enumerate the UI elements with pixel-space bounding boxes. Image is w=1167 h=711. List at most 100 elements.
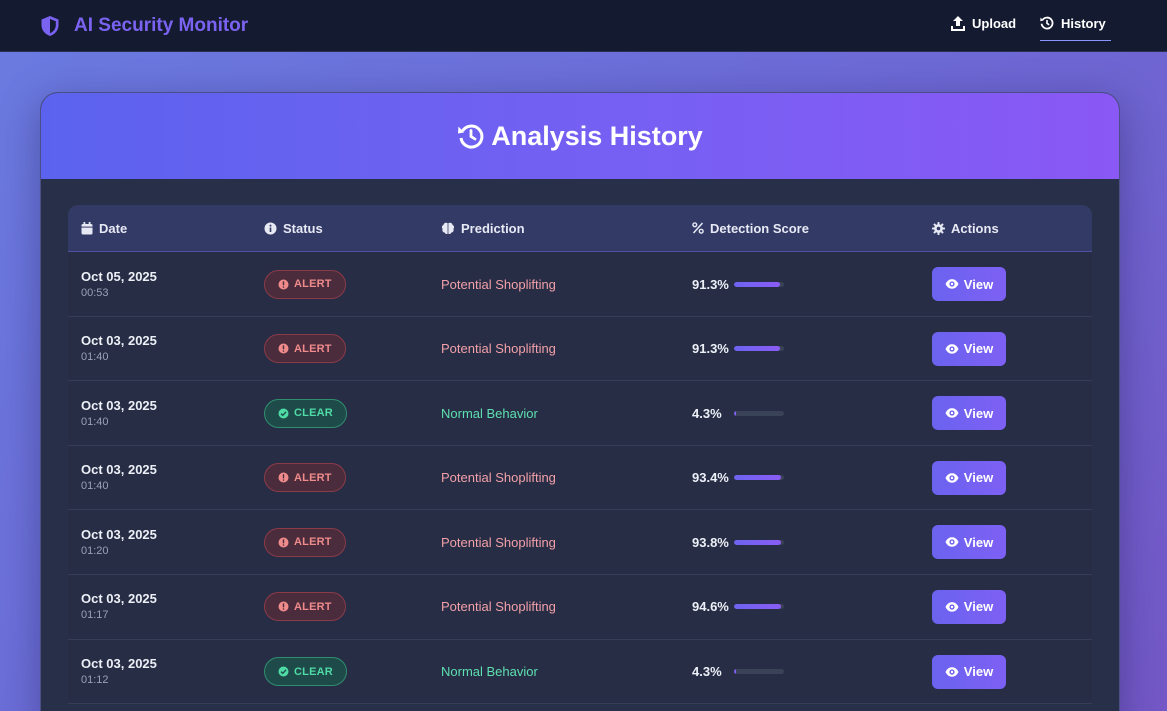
eye-icon <box>945 279 959 289</box>
column-header-status-label: Status <box>283 220 323 236</box>
nav-history-link[interactable]: History <box>1040 15 1111 41</box>
page-title: Analysis History <box>491 120 703 151</box>
score-bar-fill <box>734 475 781 481</box>
nav-upload-link[interactable]: Upload <box>951 15 1016 41</box>
row-prediction: Normal Behavior <box>441 405 538 421</box>
view-button[interactable]: View <box>932 460 1006 495</box>
eye-icon <box>945 666 959 677</box>
date-cell: Oct 03, 2025 01:40 <box>81 446 157 510</box>
row-prediction: Potential Shoplifting <box>441 599 556 615</box>
score-bar <box>734 475 784 481</box>
actions-cell: View <box>932 252 1006 316</box>
eye-icon <box>945 343 959 354</box>
table-row: Oct 05, 2025 00:53 ALERT Potential Shopl… <box>68 252 1092 317</box>
status-badge-label: ALERT <box>294 278 332 290</box>
actions-cell: View <box>932 510 1006 574</box>
view-button[interactable]: View <box>932 396 1006 431</box>
row-time: 01:17 <box>81 609 109 622</box>
row-date: Oct 03, 2025 <box>81 591 157 607</box>
card-header: Analysis History <box>41 93 1119 179</box>
date-cell: Oct 05, 2025 00:53 <box>81 252 157 316</box>
column-header-date-label: Date <box>99 220 128 236</box>
exclamation-circle-icon <box>278 343 289 354</box>
score-cell: 91.3% <box>692 252 784 316</box>
score-bar <box>734 604 784 610</box>
prediction-cell: Potential Shoplifting <box>441 510 556 574</box>
table-header: Date Status Prediction Detection Score A… <box>68 205 1092 252</box>
upload-icon <box>951 15 965 31</box>
score-cell: 94.6% <box>692 575 784 639</box>
column-header-score: Detection Score <box>692 205 809 251</box>
status-badge: ALERT <box>264 334 346 364</box>
check-circle-icon <box>278 666 289 677</box>
table-row: Oct 03, 2025 01:40 ALERT Potential Shopl… <box>68 316 1092 382</box>
eye-icon <box>945 602 959 612</box>
eye-icon <box>945 473 959 483</box>
view-button-label: View <box>963 470 994 486</box>
brand[interactable]: AI Security Monitor <box>40 14 248 38</box>
score-cell: 4.3% <box>692 381 784 445</box>
column-header-status: Status <box>264 205 323 251</box>
view-button[interactable]: View <box>932 267 1006 301</box>
view-button-label: View <box>963 664 994 680</box>
row-score: 91.3% <box>692 276 729 292</box>
row-score: 4.3% <box>692 405 722 421</box>
row-time: 01:40 <box>81 480 109 493</box>
status-badge-label: ALERT <box>294 536 332 549</box>
table-row: Oct 03, 2025 01:20 ALERT Potential Shopl… <box>68 510 1092 575</box>
exclamation-circle-icon <box>278 537 289 548</box>
history-table: Date Status Prediction Detection Score A… <box>68 205 1092 705</box>
score-cell: 93.8% <box>692 510 784 574</box>
row-score: 93.8% <box>692 534 729 550</box>
status-cell: CLEAR <box>264 381 347 445</box>
status-badge-label: ALERT <box>294 471 332 484</box>
status-badge: ALERT <box>264 463 346 493</box>
date-cell: Oct 03, 2025 01:17 <box>81 575 157 639</box>
score-bar <box>734 669 784 675</box>
status-cell: CLEAR <box>264 640 347 704</box>
view-button[interactable]: View <box>932 589 1006 624</box>
prediction-cell: Potential Shoplifting <box>441 317 556 381</box>
table-row: Oct 03, 2025 01:12 CLEAR Normal Behavior… <box>68 639 1092 705</box>
score-bar <box>734 410 784 416</box>
score-bar <box>734 346 784 352</box>
view-button-label: View <box>963 534 994 550</box>
row-prediction: Normal Behavior <box>441 664 538 680</box>
row-score: 4.3% <box>692 664 722 680</box>
score-bar <box>734 539 784 545</box>
row-time: 01:40 <box>81 415 109 428</box>
score-bar-fill <box>734 669 737 675</box>
status-cell: ALERT <box>264 575 346 639</box>
row-time: 01:40 <box>81 351 109 364</box>
view-button[interactable]: View <box>932 654 1006 689</box>
date-cell: Oct 03, 2025 01:20 <box>81 510 157 574</box>
view-button[interactable]: View <box>932 525 1006 560</box>
table-row: Oct 03, 2025 01:40 ALERT Potential Shopl… <box>68 445 1092 511</box>
score-bar-fill <box>734 410 737 416</box>
actions-cell: View <box>932 446 1006 510</box>
row-time: 00:53 <box>81 286 109 299</box>
row-date: Oct 03, 2025 <box>81 526 157 542</box>
view-button[interactable]: View <box>932 331 1006 366</box>
history-card: Analysis History Date Status Prediction … <box>40 92 1120 711</box>
score-bar <box>734 281 784 287</box>
status-badge-label: ALERT <box>294 600 332 613</box>
exclamation-circle-icon <box>278 601 289 612</box>
gear-icon <box>932 221 945 235</box>
prediction-cell: Potential Shoplifting <box>441 575 556 639</box>
score-bar-fill <box>734 346 780 352</box>
row-score: 93.4% <box>692 470 729 486</box>
status-badge: ALERT <box>264 527 346 557</box>
brain-icon <box>441 222 455 235</box>
prediction-cell: Potential Shoplifting <box>441 446 556 510</box>
column-header-prediction-label: Prediction <box>461 220 525 236</box>
view-button-label: View <box>963 341 994 357</box>
status-cell: ALERT <box>264 252 346 316</box>
column-header-score-label: Detection Score <box>710 220 809 236</box>
status-cell: ALERT <box>264 446 346 510</box>
check-circle-icon <box>278 408 289 419</box>
eye-icon <box>945 408 959 418</box>
status-badge: CLEAR <box>264 657 347 687</box>
actions-cell: View <box>932 317 1006 381</box>
date-cell: Oct 03, 2025 01:40 <box>81 381 157 445</box>
